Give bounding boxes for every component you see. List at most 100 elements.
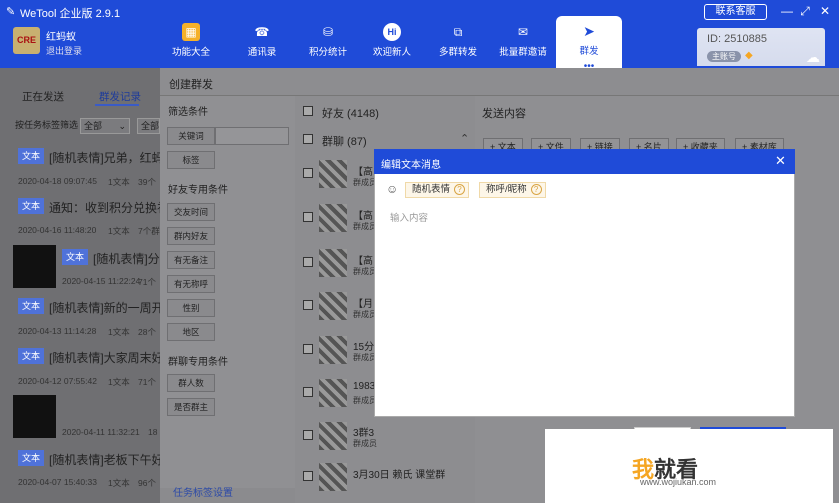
nav-batch-invite[interactable]: ✉ 批量群邀请 <box>490 20 556 64</box>
record-time: 2020-04-12 07:55:42 <box>18 376 97 386</box>
group-name: 【高 <box>353 256 373 267</box>
account-badge: 主账号 <box>707 51 741 62</box>
filter-nickname[interactable]: 有无称呼 <box>167 275 215 293</box>
filter-value: 全部 <box>84 121 103 131</box>
group-checkbox[interactable] <box>303 168 313 178</box>
record-text[interactable]: [随机表情]兄弟，红蚂蚁 <box>49 149 176 166</box>
group-avatar <box>319 379 347 407</box>
record-tag: 文本 <box>62 249 89 265</box>
group-checkbox[interactable] <box>303 212 313 222</box>
record-count: 71个 <box>138 377 156 387</box>
record-thumbnail <box>13 245 56 288</box>
filter-gender[interactable]: 性别 <box>167 299 215 317</box>
insert-nickname-button[interactable]: 称呼/昵称? <box>479 182 546 198</box>
record-time: 2020-04-16 11:48:20 <box>18 225 97 235</box>
group-avatar <box>319 422 347 450</box>
group-checkbox[interactable] <box>303 387 313 397</box>
filter-remark[interactable]: 有无备注 <box>167 251 215 269</box>
record-tag: 文本 <box>18 348 45 364</box>
task-tag-settings-link[interactable]: 任务标签设置 <box>173 484 233 499</box>
close-icon[interactable]: ✕ <box>775 153 786 169</box>
content-title: 发送内容 <box>482 108 526 120</box>
app-logo-icon: ✎ <box>6 6 16 18</box>
nav-welcome[interactable]: Hi 欢迎新人 <box>359 20 425 64</box>
group-checkbox[interactable] <box>303 344 313 354</box>
nav-features[interactable]: ▦ 功能大全 <box>158 20 224 64</box>
record-time: 2020-04-18 09:07:45 <box>18 176 97 186</box>
send-icon: ➤ <box>583 23 595 39</box>
filter-in-group[interactable]: 群内好友 <box>167 227 215 245</box>
tab-underline <box>95 104 139 106</box>
group-checkbox[interactable] <box>303 300 313 310</box>
tab-records[interactable]: 群发记录 <box>99 89 141 104</box>
message-input[interactable]: 输入内容 <box>390 210 428 224</box>
record-tag: 文本 <box>18 148 45 164</box>
create-panel-header <box>160 68 839 96</box>
chevron-up-icon[interactable]: ⌃ <box>460 132 469 145</box>
nav-multi-forward[interactable]: ⧉ 多群转发 <box>425 20 491 64</box>
support-button[interactable]: 联系客服 <box>704 4 767 20</box>
help-icon[interactable]: ? <box>454 184 466 195</box>
diamond-icon: ◆ <box>745 50 753 61</box>
minimize-icon[interactable]: — <box>779 3 795 19</box>
maximize-icon[interactable]: ⤢ <box>797 3 813 19</box>
app-title: WeTool 企业版 2.9.1 <box>20 8 121 20</box>
group-name: 3月30日 赖氏 课堂群 <box>353 470 446 481</box>
nav-contacts[interactable]: ☎ 通讯录 <box>229 20 295 64</box>
group-sub: 群成员 <box>353 439 377 448</box>
record-time: 2020-04-11 11:32:21 <box>62 427 140 437</box>
nav-label: 功能大全 <box>171 47 210 58</box>
record-count: 7个群 <box>138 226 160 236</box>
group-checkbox[interactable] <box>303 471 313 481</box>
record-text[interactable]: [随机表情]大家周末好! <box>49 349 167 366</box>
grid-icon: ▦ <box>182 23 200 41</box>
tab-sending[interactable]: 正在发送 <box>22 89 64 104</box>
record-meta: 1文本 <box>108 478 130 488</box>
friends-checkbox[interactable] <box>303 106 313 116</box>
group-name: 3群3 <box>353 428 375 439</box>
filter-label: 按任务标签筛选 <box>15 120 79 130</box>
record-time: 2020-04-13 11:14:28 <box>18 326 97 336</box>
avatar[interactable]: CRE <box>13 27 40 54</box>
hi-icon: Hi <box>383 23 401 41</box>
record-time: 2020-04-07 15:40:33 <box>18 477 97 487</box>
groups-header[interactable]: 群聊 (87) <box>322 133 367 149</box>
nav-points[interactable]: ⛁ 积分统计 <box>295 20 361 64</box>
nav-label: 欢迎新人 <box>372 47 411 58</box>
insert-random-emoji-button[interactable]: 随机表情? <box>405 182 470 198</box>
filter-select-2[interactable]: 全部 <box>137 118 160 134</box>
record-tag: 文本 <box>18 450 45 466</box>
record-count: 96个 <box>138 478 156 488</box>
groups-checkbox[interactable] <box>303 134 313 144</box>
record-text[interactable]: 通知：收到积分兑换礼 <box>49 199 169 216</box>
support-label: 联系客服 <box>715 6 756 17</box>
filter-group-size[interactable]: 群人数 <box>167 374 215 392</box>
nav-broadcast[interactable]: ➤ 群发 ••• <box>556 16 622 72</box>
chevron-down-icon: ⌄ <box>118 121 126 131</box>
logout-link[interactable]: 退出登录 <box>46 44 82 57</box>
group-name: 【高 <box>353 211 373 222</box>
filter-add-time[interactable]: 交友时间 <box>167 203 215 221</box>
filter-is-owner[interactable]: 是否群主 <box>167 398 215 416</box>
watermark-url: www.wojiukan.com <box>640 477 717 487</box>
friends-header[interactable]: 好友 (4148) <box>322 105 379 121</box>
filter-select-1[interactable]: 全部 ⌄ <box>80 118 130 134</box>
group-checkbox[interactable] <box>303 257 313 267</box>
insert-name-label: 称呼/昵称 <box>486 184 527 195</box>
record-thumbnail <box>13 395 56 438</box>
cloud-icon[interactable]: ☁ <box>806 49 820 66</box>
close-icon[interactable]: ✕ <box>817 3 833 19</box>
record-text[interactable]: [随机表情]新的一周开始 <box>49 299 176 316</box>
filter-region[interactable]: 地区 <box>167 323 215 341</box>
group-avatar <box>319 292 347 320</box>
tag-button[interactable]: 标签 <box>167 151 215 169</box>
record-count: 28个 <box>138 327 156 337</box>
group-avatar <box>319 160 347 188</box>
keyword-input[interactable] <box>215 127 289 145</box>
record-text[interactable]: [随机表情]老板下午好， <box>49 451 176 468</box>
group-checkbox[interactable] <box>303 430 313 440</box>
emoji-icon[interactable]: ☺ <box>386 182 398 196</box>
help-icon[interactable]: ? <box>530 184 542 195</box>
group-avatar <box>319 463 347 491</box>
network-icon: ⧉ <box>453 25 463 39</box>
